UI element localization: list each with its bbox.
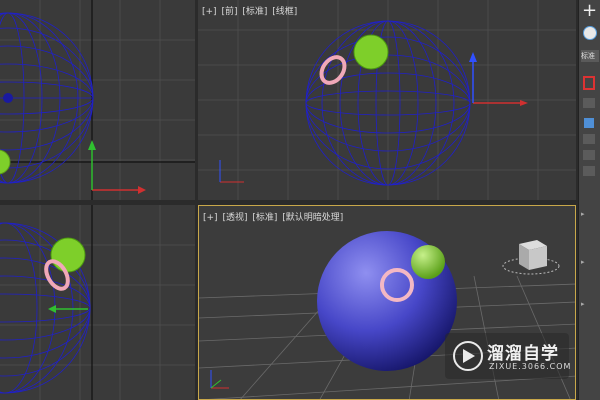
box-object bbox=[502, 240, 560, 275]
geometry-sphere-icon[interactable] bbox=[583, 26, 597, 40]
active-button-icon[interactable] bbox=[584, 118, 594, 128]
panel-button[interactable] bbox=[583, 98, 595, 108]
viewport-label-perspective[interactable]: [+] [透视] [标准] [默认明暗处理] bbox=[203, 210, 345, 223]
watermark-url: ZIXUE.3066.COM bbox=[489, 362, 572, 371]
command-panel: + 标准 ▸ ▸ ▸ bbox=[578, 0, 600, 400]
axis-tripod-perspective bbox=[210, 370, 229, 389]
green-ball-wire bbox=[353, 34, 389, 70]
rollout-arrow-icon[interactable]: ▸ bbox=[581, 300, 585, 308]
object-type-dropdown[interactable]: 标准 bbox=[581, 50, 599, 62]
vp-shading-standard[interactable]: [标准] bbox=[252, 213, 277, 223]
vp-render-mode[interactable]: [线框] bbox=[272, 7, 297, 17]
watermark: 溜溜自学 ZIXUE.3066.COM bbox=[445, 333, 572, 379]
viewport-label-front[interactable]: [+] [前] [标准] [线框] bbox=[202, 4, 299, 17]
viewport-left-canvas bbox=[0, 205, 195, 400]
vp-menu-plus[interactable]: [+] bbox=[203, 213, 218, 223]
viewport-front[interactable]: [+] [前] [标准] [线框] bbox=[198, 0, 576, 200]
torus-wire bbox=[319, 55, 347, 85]
panel-button[interactable] bbox=[583, 150, 595, 160]
viewport-front-canvas bbox=[198, 0, 576, 200]
vp-view-name[interactable]: [前] bbox=[221, 7, 237, 17]
selected-object-swatch-icon[interactable] bbox=[583, 76, 595, 90]
green-ball-wire bbox=[50, 237, 86, 273]
play-logo-icon bbox=[453, 341, 483, 371]
panel-button[interactable] bbox=[583, 166, 595, 176]
vp-view-name[interactable]: [透视] bbox=[222, 213, 247, 223]
green-ball-shaded bbox=[411, 245, 445, 279]
vp-render-mode[interactable]: [默认明暗处理] bbox=[282, 213, 343, 223]
viewport-top[interactable] bbox=[0, 0, 195, 200]
gizmo-top bbox=[88, 140, 146, 194]
create-tab-plus-icon[interactable]: + bbox=[582, 2, 597, 20]
rollout-arrow-icon[interactable]: ▸ bbox=[581, 210, 585, 218]
viewport-left[interactable] bbox=[0, 205, 195, 400]
green-ball-wire bbox=[0, 149, 11, 175]
watermark-title: 溜溜自学 bbox=[487, 344, 559, 364]
vp-shading-standard[interactable]: [标准] bbox=[242, 7, 267, 17]
gizmo-left bbox=[48, 305, 88, 313]
wireframe-sphere bbox=[0, 12, 94, 184]
axis-tripod-front bbox=[219, 160, 244, 183]
gizmo-sphere-front bbox=[469, 52, 528, 106]
viewport-top-canvas bbox=[0, 0, 195, 200]
rollout-arrow-icon[interactable]: ▸ bbox=[581, 258, 585, 266]
vp-menu-plus[interactable]: [+] bbox=[202, 7, 217, 17]
panel-button[interactable] bbox=[583, 134, 595, 144]
